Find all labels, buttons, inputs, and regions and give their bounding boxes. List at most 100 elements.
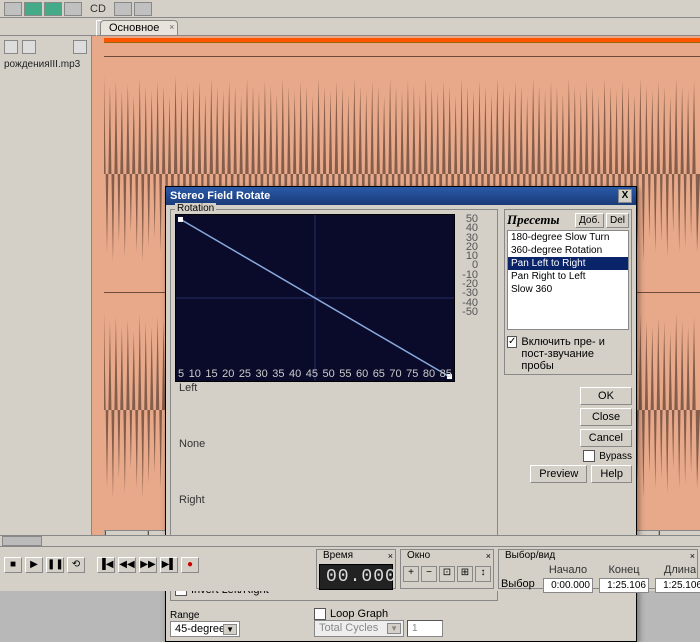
loop-mode-dropdown: Total Cycles xyxy=(314,620,404,637)
xscale-tick: 60 xyxy=(356,368,368,380)
xscale-tick: 25 xyxy=(239,368,251,380)
range-dropdown[interactable]: 45-degree xyxy=(170,621,240,637)
loop-graph-checkbox[interactable] xyxy=(314,608,326,620)
zoom-out-h-icon[interactable]: − xyxy=(421,566,437,582)
xscale-tick: 55 xyxy=(339,368,351,380)
close-file-icon[interactable] xyxy=(22,40,36,54)
transport-controls: ■ ▶ ❚❚ ⟲ ▐◀ ◀◀ ▶▶ ▶▌ ● xyxy=(0,547,203,583)
pause-button[interactable]: ❚❚ xyxy=(46,557,64,573)
selection-marker[interactable] xyxy=(104,38,700,43)
file-item[interactable]: рожденияIII.mp3 xyxy=(2,56,89,73)
window-panel-close-icon[interactable]: × xyxy=(486,551,491,561)
rotation-label: Rotation xyxy=(175,203,216,214)
yscale-tick: -50 xyxy=(460,307,478,316)
preset-item[interactable]: 180-degree Slow Turn xyxy=(508,231,628,244)
time-panel-title: Время xyxy=(321,550,355,561)
xscale-tick: 50 xyxy=(322,368,334,380)
dialog-titlebar[interactable]: Stereo Field Rotate X xyxy=(166,187,636,205)
selview-panel-close-icon[interactable]: × xyxy=(690,551,695,561)
sel-header-start: Начало xyxy=(543,564,593,576)
presets-title: Пресеты xyxy=(507,212,573,228)
close-button[interactable]: Close xyxy=(580,408,632,426)
preview-button[interactable]: Preview xyxy=(530,465,587,483)
panel-menu-icon[interactable] xyxy=(73,40,87,54)
go-start-button[interactable]: ▐◀ xyxy=(97,557,115,573)
forward-button[interactable]: ▶▶ xyxy=(139,557,157,573)
help-button[interactable]: Help xyxy=(591,465,632,483)
toolbar-icon-2[interactable] xyxy=(24,2,42,16)
preset-item[interactable]: Pan Right to Left xyxy=(508,270,628,283)
file-panel: рожденияIII.mp3 xyxy=(0,36,92,556)
selection-view-panel: Выбор/вид × Начало Конец Длина Выбор 0:0… xyxy=(498,549,698,589)
h-scrollbar[interactable] xyxy=(0,535,700,547)
tab-close-icon[interactable]: × xyxy=(169,22,174,32)
time-panel: Время × 00.000 xyxy=(316,549,396,589)
toolbar-icon-1[interactable] xyxy=(4,2,22,16)
xscale-tick: 65 xyxy=(373,368,385,380)
toolbar-icon-3[interactable] xyxy=(44,2,62,16)
preset-item[interactable]: Pan Left to Right xyxy=(508,257,628,270)
open-file-icon[interactable] xyxy=(4,40,18,54)
preset-item[interactable]: Slow 360 xyxy=(508,283,628,296)
go-end-button[interactable]: ▶▌ xyxy=(160,557,178,573)
toolbar-icon-4[interactable] xyxy=(64,2,82,16)
time-panel-close-icon[interactable]: × xyxy=(388,551,393,561)
sel-header-length: Длина xyxy=(655,564,700,576)
toolbar-icon-5[interactable] xyxy=(114,2,132,16)
xscale-tick: 85 xyxy=(440,368,452,380)
rotation-graph[interactable]: 5 10 15 20 25 30 35 40 45 50 55 60 65 70 75 80 85 xyxy=(175,214,455,382)
xscale-tick: 45 xyxy=(306,368,318,380)
scale-none-label: None xyxy=(179,438,205,494)
xscale-tick: 80 xyxy=(423,368,435,380)
record-button[interactable]: ● xyxy=(181,557,199,573)
selview-panel-title: Выбор/вид xyxy=(503,550,557,561)
window-panel: Окно × + − ⊡ ⊞ ↕ xyxy=(400,549,494,589)
zoom-fit-icon[interactable]: ⊡ xyxy=(439,566,455,582)
zoom-in-v-icon[interactable]: ↕ xyxy=(475,566,491,582)
xscale-tick: 15 xyxy=(205,368,217,380)
bypass-checkbox[interactable] xyxy=(583,450,595,462)
stop-button[interactable]: ■ xyxy=(4,557,22,573)
scroll-thumb[interactable] xyxy=(2,536,42,546)
xscale-tick: 30 xyxy=(256,368,268,380)
app-toolbar: CD xyxy=(0,0,700,18)
play-button[interactable]: ▶ xyxy=(25,557,43,573)
zoom-sel-icon[interactable]: ⊞ xyxy=(457,566,473,582)
toolbar-icon-6[interactable] xyxy=(134,2,152,16)
prepost-label: Включить пре- и пост-звучание пробы xyxy=(521,336,629,372)
range-label: Range xyxy=(170,610,250,621)
bottom-bar: ■ ▶ ❚❚ ⟲ ▐◀ ◀◀ ▶▶ ▶▌ ● Время × 00.000 Ок… xyxy=(0,546,700,591)
cd-label[interactable]: CD xyxy=(84,3,112,15)
sel-header-end: Конец xyxy=(599,564,649,576)
xscale-tick: 75 xyxy=(406,368,418,380)
preset-item[interactable]: 360-degree Rotation xyxy=(508,244,628,257)
loop-button[interactable]: ⟲ xyxy=(67,557,85,573)
time-display: 00.000 xyxy=(319,564,393,590)
preset-del-button[interactable]: Del xyxy=(606,213,629,228)
xscale-tick: 70 xyxy=(389,368,401,380)
xscale-tick: 10 xyxy=(189,368,201,380)
loop-graph-label: Loop Graph xyxy=(330,608,388,620)
xscale-tick: 20 xyxy=(222,368,234,380)
scale-left-label: Left xyxy=(179,382,205,438)
xscale-tick: 5 xyxy=(178,368,184,380)
dialog-close-button[interactable]: X xyxy=(618,189,632,203)
loop-count-field: 1 xyxy=(407,620,443,637)
dialog-title-text: Stereo Field Rotate xyxy=(170,190,270,202)
xscale-tick: 40 xyxy=(289,368,301,380)
zoom-in-h-icon[interactable]: + xyxy=(403,566,419,582)
file-panel-toolbar xyxy=(2,38,89,56)
window-panel-title: Окно xyxy=(405,550,432,561)
xscale-tick: 35 xyxy=(272,368,284,380)
preset-list[interactable]: 180-degree Slow Turn360-degree RotationP… xyxy=(507,230,629,330)
bypass-label: Bypass xyxy=(599,451,632,462)
tab-label: Основное xyxy=(109,22,159,34)
rewind-button[interactable]: ◀◀ xyxy=(118,557,136,573)
presets-group: Пресеты Доб. Del 180-degree Slow Turn360… xyxy=(504,209,632,375)
ok-button[interactable]: OK xyxy=(580,387,632,405)
tab-main[interactable]: Основное × xyxy=(100,20,178,35)
preset-add-button[interactable]: Доб. xyxy=(575,213,604,228)
prepost-checkbox[interactable] xyxy=(507,336,517,348)
cancel-button[interactable]: Cancel xyxy=(580,429,632,447)
tab-bar: ▶ Основное × xyxy=(0,18,700,36)
